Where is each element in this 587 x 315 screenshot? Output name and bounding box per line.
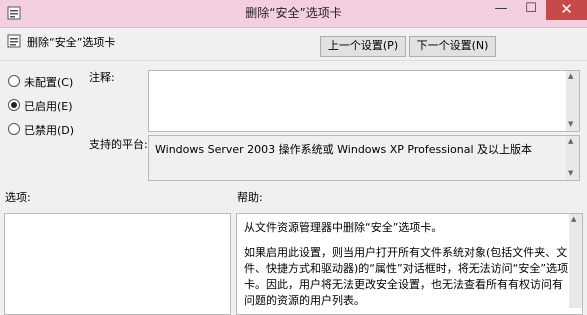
- scroll-up-icon[interactable]: ▲: [568, 72, 573, 80]
- next-setting-button[interactable]: 下一个设置(N): [409, 36, 496, 57]
- radio-dot-disabled[interactable]: [8, 123, 20, 135]
- platform-scrollbar[interactable]: ▲ ▼: [566, 136, 579, 180]
- setting-icon: [7, 34, 21, 48]
- platform-label: 支持的平台:: [89, 138, 148, 151]
- help-text-paragraph-1: 从文件资源管理器中删除“安全”选项卡。: [244, 221, 443, 234]
- scroll-up-icon[interactable]: ▲: [571, 215, 576, 223]
- radio-not-configured[interactable]: 未配置(C): [8, 73, 88, 89]
- radio-label-not-configured: 未配置(C): [24, 76, 74, 89]
- radio-enabled[interactable]: 已启用(E): [8, 97, 88, 113]
- maximize-button[interactable]: ☐: [516, 0, 546, 20]
- options-panel: [4, 213, 231, 315]
- setting-title: 删除“安全”选项卡: [27, 36, 116, 49]
- radio-label-enabled: 已启用(E): [24, 100, 73, 113]
- help-label: 帮助:: [237, 191, 263, 204]
- minimize-button[interactable]: —: [486, 0, 516, 20]
- comment-label: 注释:: [89, 71, 115, 84]
- scroll-down-icon[interactable]: ▼: [568, 169, 573, 177]
- close-button[interactable]: ✕: [546, 0, 587, 20]
- comment-scrollbar[interactable]: ▲ ▼: [566, 71, 579, 131]
- radio-dot-enabled[interactable]: [8, 99, 20, 111]
- platform-value: Windows Server 2003 操作系统或 Windows XP Pro…: [155, 143, 533, 156]
- options-label: 选项:: [5, 191, 31, 204]
- radio-label-disabled: 已禁用(D): [24, 124, 75, 137]
- scroll-up-icon[interactable]: ▲: [568, 137, 573, 145]
- header-divider: [0, 60, 587, 61]
- previous-setting-button[interactable]: 上一个设置(P): [320, 36, 406, 57]
- help-text-paragraph-2: 如果启用此设置，则当用户打开所有文件系统对象(包括文件夹、文件、快捷方式和驱动器…: [244, 246, 569, 307]
- comment-textarea[interactable]: ▲ ▼: [148, 70, 580, 132]
- help-scrollbar[interactable]: ▲: [569, 214, 582, 308]
- radio-dot-not-configured[interactable]: [8, 75, 20, 87]
- scroll-down-icon[interactable]: ▼: [568, 120, 573, 128]
- radio-disabled[interactable]: 已禁用(D): [8, 121, 88, 137]
